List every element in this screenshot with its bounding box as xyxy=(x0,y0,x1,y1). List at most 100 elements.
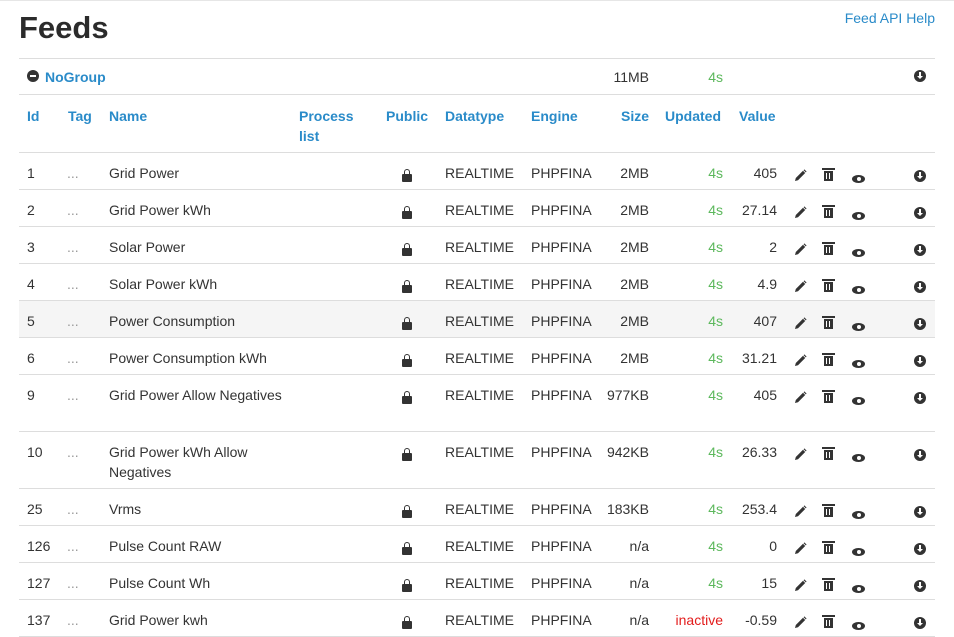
view-button[interactable] xyxy=(852,205,865,225)
group-size: 11MB xyxy=(613,69,649,85)
table-row[interactable]: 10 ... Grid Power kWh Allow Negatives RE… xyxy=(19,432,935,489)
feed-id: 6 xyxy=(27,350,35,366)
edit-button[interactable] xyxy=(794,389,807,409)
edit-button[interactable] xyxy=(794,204,807,224)
table-row[interactable]: 127 ... Pulse Count Wh REALTIME PHPFINA … xyxy=(19,563,935,600)
eye-icon xyxy=(852,249,865,257)
col-process-list[interactable]: Process list xyxy=(299,106,369,146)
pencil-icon xyxy=(795,206,807,218)
delete-button[interactable] xyxy=(822,445,835,465)
delete-button[interactable] xyxy=(822,351,835,371)
trash-icon xyxy=(822,353,835,366)
view-button[interactable] xyxy=(852,615,865,635)
delete-button[interactable] xyxy=(822,277,835,297)
edit-button[interactable] xyxy=(794,278,807,298)
download-icon xyxy=(914,355,926,367)
col-public[interactable]: Public xyxy=(386,106,428,126)
delete-button[interactable] xyxy=(822,203,835,223)
table-row[interactable]: 5 ... Power Consumption REALTIME PHPFINA… xyxy=(19,301,935,338)
table-row[interactable]: 126 ... Pulse Count RAW REALTIME PHPFINA… xyxy=(19,526,935,563)
feed-id: 127 xyxy=(27,575,51,591)
download-button[interactable] xyxy=(914,614,926,634)
download-icon xyxy=(914,170,926,182)
edit-button[interactable] xyxy=(794,540,807,560)
col-engine[interactable]: Engine xyxy=(531,106,578,126)
download-button[interactable] xyxy=(914,389,926,409)
view-button[interactable] xyxy=(852,316,865,336)
delete-button[interactable] xyxy=(822,388,835,408)
view-button[interactable] xyxy=(852,504,865,524)
download-button[interactable] xyxy=(914,577,926,597)
delete-button[interactable] xyxy=(822,613,835,633)
view-button[interactable] xyxy=(852,578,865,598)
col-datatype[interactable]: Datatype xyxy=(445,106,504,126)
delete-button[interactable] xyxy=(822,502,835,522)
col-tag[interactable]: Tag xyxy=(68,106,92,126)
edit-button[interactable] xyxy=(794,352,807,372)
edit-button[interactable] xyxy=(794,167,807,187)
feed-tag: ... xyxy=(67,501,79,517)
col-updated[interactable]: Updated xyxy=(665,106,721,126)
download-icon[interactable] xyxy=(914,70,926,82)
group-name[interactable]: NoGroup xyxy=(45,69,106,85)
view-button[interactable] xyxy=(852,353,865,373)
download-button[interactable] xyxy=(914,278,926,298)
download-button[interactable] xyxy=(914,241,926,261)
feed-updated: 4s xyxy=(708,538,723,554)
download-button[interactable] xyxy=(914,446,926,466)
table-row[interactable]: 4 ... Solar Power kWh REALTIME PHPFINA 2… xyxy=(19,264,935,301)
table-row[interactable]: 3 ... Solar Power REALTIME PHPFINA 2MB 4… xyxy=(19,227,935,264)
delete-button[interactable] xyxy=(822,576,835,596)
feed-tag: ... xyxy=(67,575,79,591)
edit-button[interactable] xyxy=(794,614,807,634)
delete-button[interactable] xyxy=(822,539,835,559)
table-row[interactable]: 6 ... Power Consumption kWh REALTIME PHP… xyxy=(19,338,935,375)
delete-button[interactable] xyxy=(822,240,835,260)
table-row[interactable]: 25 ... Vrms REALTIME PHPFINA 183KB 4s 25… xyxy=(19,489,935,526)
feed-id: 5 xyxy=(27,313,35,329)
public-cell xyxy=(402,540,412,560)
table-row[interactable]: 9 ... Grid Power Allow Negatives REALTIM… xyxy=(19,375,935,432)
public-cell xyxy=(402,241,412,261)
view-button[interactable] xyxy=(852,390,865,410)
public-cell xyxy=(402,577,412,597)
view-button[interactable] xyxy=(852,279,865,299)
edit-button[interactable] xyxy=(794,446,807,466)
col-value[interactable]: Value xyxy=(739,106,776,126)
delete-button[interactable] xyxy=(822,314,835,334)
view-button[interactable] xyxy=(852,168,865,188)
feed-api-help-link[interactable]: Feed API Help xyxy=(845,10,935,26)
edit-button[interactable] xyxy=(794,503,807,523)
edit-button[interactable] xyxy=(794,241,807,261)
download-button[interactable] xyxy=(914,503,926,523)
col-size[interactable]: Size xyxy=(579,106,649,126)
download-button[interactable] xyxy=(914,167,926,187)
table-row[interactable]: 137 ... Grid Power kwh REALTIME PHPFINA … xyxy=(19,600,935,637)
feed-name: Power Consumption xyxy=(109,313,236,329)
table-row[interactable]: 2 ... Grid Power kWh REALTIME PHPFINA 2M… xyxy=(19,190,935,227)
delete-button[interactable] xyxy=(822,166,835,186)
eye-icon xyxy=(852,286,865,294)
view-button[interactable] xyxy=(852,447,865,467)
col-name[interactable]: Name xyxy=(109,106,147,126)
feed-tag: ... xyxy=(67,276,79,292)
download-button[interactable] xyxy=(914,540,926,560)
edit-button[interactable] xyxy=(794,315,807,335)
eye-icon xyxy=(852,585,865,593)
col-id[interactable]: Id xyxy=(27,106,39,126)
feed-id: 126 xyxy=(27,538,51,554)
trash-icon xyxy=(822,316,835,329)
pencil-icon xyxy=(795,317,807,329)
view-button[interactable] xyxy=(852,541,865,561)
minus-circle-icon[interactable] xyxy=(27,70,39,82)
eye-icon xyxy=(852,454,865,462)
group-updated: 4s xyxy=(708,69,723,85)
download-button[interactable] xyxy=(914,204,926,224)
download-button[interactable] xyxy=(914,315,926,335)
edit-button[interactable] xyxy=(794,577,807,597)
table-row[interactable]: 1 ... Grid Power REALTIME PHPFINA 2MB 4s… xyxy=(19,153,935,190)
view-button[interactable] xyxy=(852,242,865,262)
feed-updated: 4s xyxy=(708,239,723,255)
group-row[interactable]: NoGroup 11MB 4s xyxy=(19,58,935,95)
download-button[interactable] xyxy=(914,352,926,372)
